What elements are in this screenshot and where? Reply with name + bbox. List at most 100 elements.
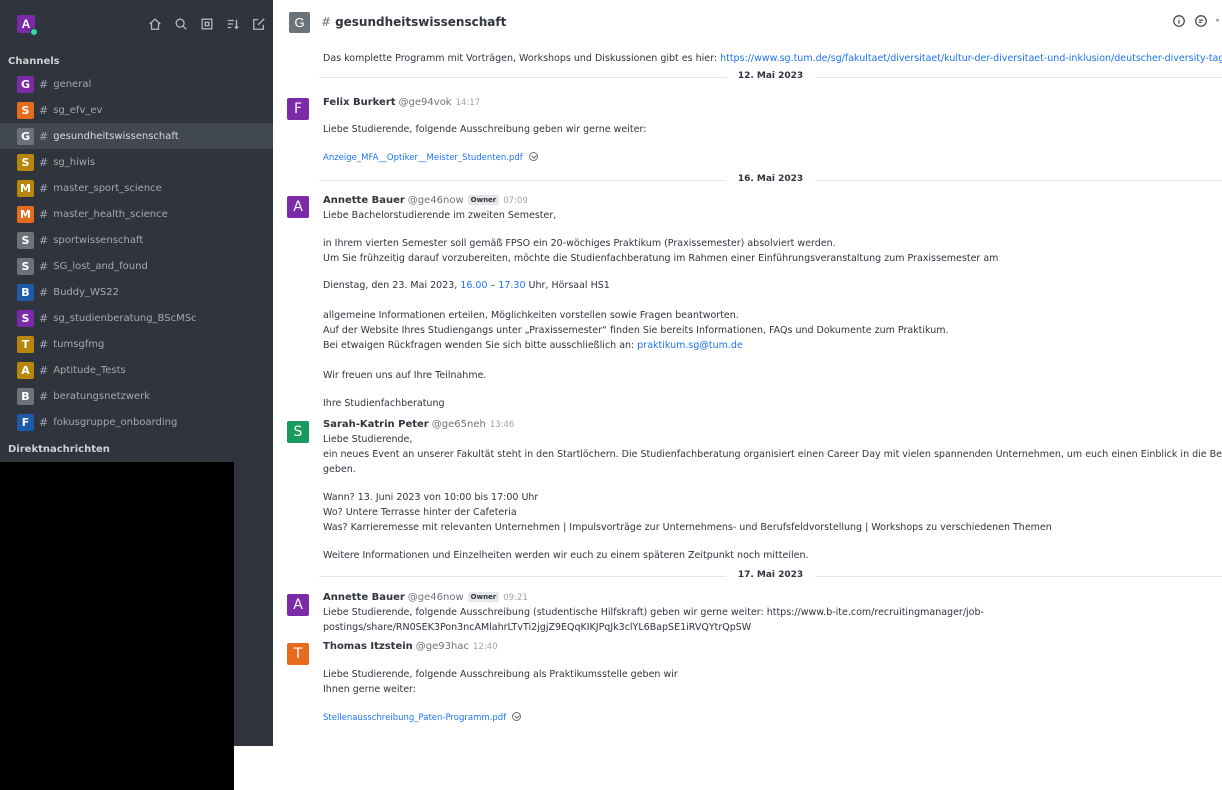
sidebar-channel-sg-studienberatung[interactable]: S # sg_studienberatung_BScMSc — [0, 305, 273, 331]
channel-name: sg_hiwis — [53, 156, 96, 168]
hash-icon: # — [321, 15, 332, 29]
app-window: A Channels G # general S # sg_efv_ev G #… — [0, 0, 1222, 790]
sidebar-channel-gesundheitswissenschaft[interactable]: G # gesundheitswissenschaft — [0, 123, 273, 149]
channel-avatar: G — [17, 127, 34, 145]
channel-avatar: F — [17, 413, 34, 431]
author-name[interactable]: Felix Burkert — [323, 97, 396, 108]
sidebar-channel-sg-hiwis[interactable]: S # sg_hiwis — [0, 149, 273, 175]
group-hash-icon: # — [39, 311, 49, 325]
hash-icon: # — [39, 129, 49, 143]
author-username: @ge94vok — [398, 97, 452, 108]
date-divider: 12. Mai 2023 — [319, 71, 1222, 81]
user-avatar[interactable]: S — [287, 421, 309, 443]
sort-icon[interactable] — [220, 15, 246, 33]
group-hash-icon: # — [39, 337, 49, 351]
group-hash-icon: # — [39, 103, 49, 117]
threads-icon[interactable] — [1194, 14, 1208, 28]
channel-name: fokusgruppe_onboarding — [53, 416, 178, 428]
message-time: 09:21 — [503, 593, 528, 603]
date-divider: 16. Mai 2023 — [319, 174, 1222, 184]
message-text: Liebe Studierende, folgende Ausschreibun… — [323, 124, 647, 135]
author-name[interactable]: Thomas Itzstein — [323, 641, 413, 652]
sidebar-channel-tumsgfmg[interactable]: T # tumsgfmg — [0, 331, 273, 357]
user-avatar[interactable]: F — [287, 98, 309, 120]
message-text: Ihre Studienfachberatung — [323, 398, 445, 409]
channel-avatar: S — [17, 309, 34, 327]
channel-avatar: B — [17, 387, 34, 405]
message-time: 12:40 — [473, 642, 498, 652]
channel-avatar: S — [17, 153, 34, 171]
message-text: Liebe Studierende, — [323, 434, 413, 445]
sidebar-channel-sg-lost-and-found[interactable]: S # SG_lost_and_found — [0, 253, 273, 279]
message-header: Thomas Itzstein @ge93hac 12:40 — [323, 641, 498, 652]
channel-name: master_health_science — [53, 208, 168, 220]
channel-name: general — [53, 78, 92, 90]
user-avatar[interactable]: T — [287, 643, 309, 665]
user-avatar[interactable]: A — [287, 196, 309, 218]
sidebar-header: A — [0, 0, 273, 46]
author-name[interactable]: Sarah-Katrin Peter — [323, 419, 429, 430]
sidebar-channel-master-health-science[interactable]: M # master_health_science — [0, 201, 273, 227]
author-name[interactable]: Annette Bauer — [323, 592, 405, 603]
sidebar-channel-beratungsnetzwerk[interactable]: B # beratungsnetzwerk — [0, 383, 273, 409]
search-icon[interactable] — [168, 15, 194, 33]
download-icon[interactable] — [528, 152, 538, 161]
message-text: Dienstag, den 23. Mai 2023, 16.00 – 17.3… — [323, 280, 610, 291]
members-icon[interactable] — [1216, 14, 1222, 28]
message-text: Was? Karrieremesse mit relevanten Untern… — [323, 522, 1052, 533]
message-text: Das komplette Programm mit Vorträgen, Wo… — [323, 53, 1222, 64]
create-new-icon[interactable] — [246, 15, 272, 33]
channel-name: sportwissenschaft — [53, 234, 144, 246]
sidebar-channel-aptitude-tests[interactable]: A # Aptitude_Tests — [0, 357, 273, 383]
download-icon[interactable] — [512, 712, 522, 721]
channel-name: sg_studienberatung_BScMSc — [53, 312, 197, 324]
sidebar-channel-sportwissenschaft[interactable]: S # sportwissenschaft — [0, 227, 273, 253]
redacted-area — [0, 462, 234, 790]
message-text: postings/share/RN0SEK3Pon3ncAMlahrLTvTi2… — [323, 622, 752, 633]
channel-avatar: T — [17, 335, 34, 353]
channel-avatar: S — [17, 257, 34, 275]
header-actions — [1172, 14, 1222, 28]
author-name[interactable]: Annette Bauer — [323, 195, 405, 206]
email-link[interactable]: praktikum.sg@tum.de — [637, 340, 743, 351]
message-time: 14:17 — [455, 98, 481, 108]
file-attachment[interactable]: Anzeige_MFA__Optiker__Meister_Studenten.… — [323, 152, 538, 163]
favorite-star-icon[interactable]: ☆ — [479, 15, 490, 29]
message-header: Annette Bauer @ge46now Owner 07:09 — [323, 195, 528, 206]
sidebar-channel-sg-efv-ev[interactable]: S # sg_efv_ev — [0, 97, 273, 123]
message-text: Ihnen gerne weiter: — [323, 684, 416, 695]
message-text: Liebe Bachelorstudierende im zweiten Sem… — [323, 210, 557, 221]
file-attachment[interactable]: Stellenausschreibung_Paten-Programm.pdf — [323, 712, 522, 723]
role-badge: Owner — [467, 195, 500, 205]
channel-name: beratungsnetzwerk — [53, 390, 151, 402]
author-username: @ge46now — [407, 195, 464, 206]
hash-icon: # — [39, 77, 49, 91]
user-avatar[interactable]: A — [287, 594, 309, 616]
sidebar-channel-general[interactable]: G # general — [0, 71, 273, 97]
program-link[interactable]: https://www.sg.tum.de/sg/fakultaet/diver… — [720, 53, 1222, 64]
author-username: @ge93hac — [415, 641, 469, 652]
channels-section-label: Channels — [8, 56, 60, 67]
message-text: Liebe Studierende, folgende Ausschreibun… — [323, 607, 984, 618]
hash-icon: # — [39, 259, 49, 273]
message-time: 13:46 — [489, 420, 515, 430]
sidebar-channel-buddy-ws22[interactable]: B # Buddy_WS22 — [0, 279, 273, 305]
info-icon[interactable] — [1172, 14, 1186, 28]
online-status-dot — [30, 28, 38, 36]
message-text: geben. — [323, 464, 356, 475]
message-text: ein neues Event an unserer Fakultät steh… — [323, 449, 1222, 460]
group-hash-icon: # — [39, 363, 49, 377]
group-hash-icon: # — [39, 155, 49, 169]
hash-icon: # — [39, 233, 49, 247]
sidebar-channel-master-sport-science[interactable]: M # master_sport_science — [0, 175, 273, 201]
directory-icon[interactable] — [194, 15, 220, 33]
home-icon[interactable] — [142, 15, 168, 33]
channel-name: Buddy_WS22 — [53, 286, 119, 298]
channel-name: Aptitude_Tests — [53, 364, 126, 376]
channel-name: tumsgfmg — [53, 338, 105, 350]
message-text: Wo? Untere Terrasse hinter der Cafeteria — [323, 507, 517, 518]
author-username: @ge65neh — [431, 419, 486, 430]
sidebar-channel-fokusgruppe-onboarding[interactable]: F # fokusgruppe_onboarding — [0, 409, 273, 435]
message-header: Felix Burkert @ge94vok 14:17 — [323, 97, 480, 108]
channel-avatar: S — [17, 101, 34, 119]
